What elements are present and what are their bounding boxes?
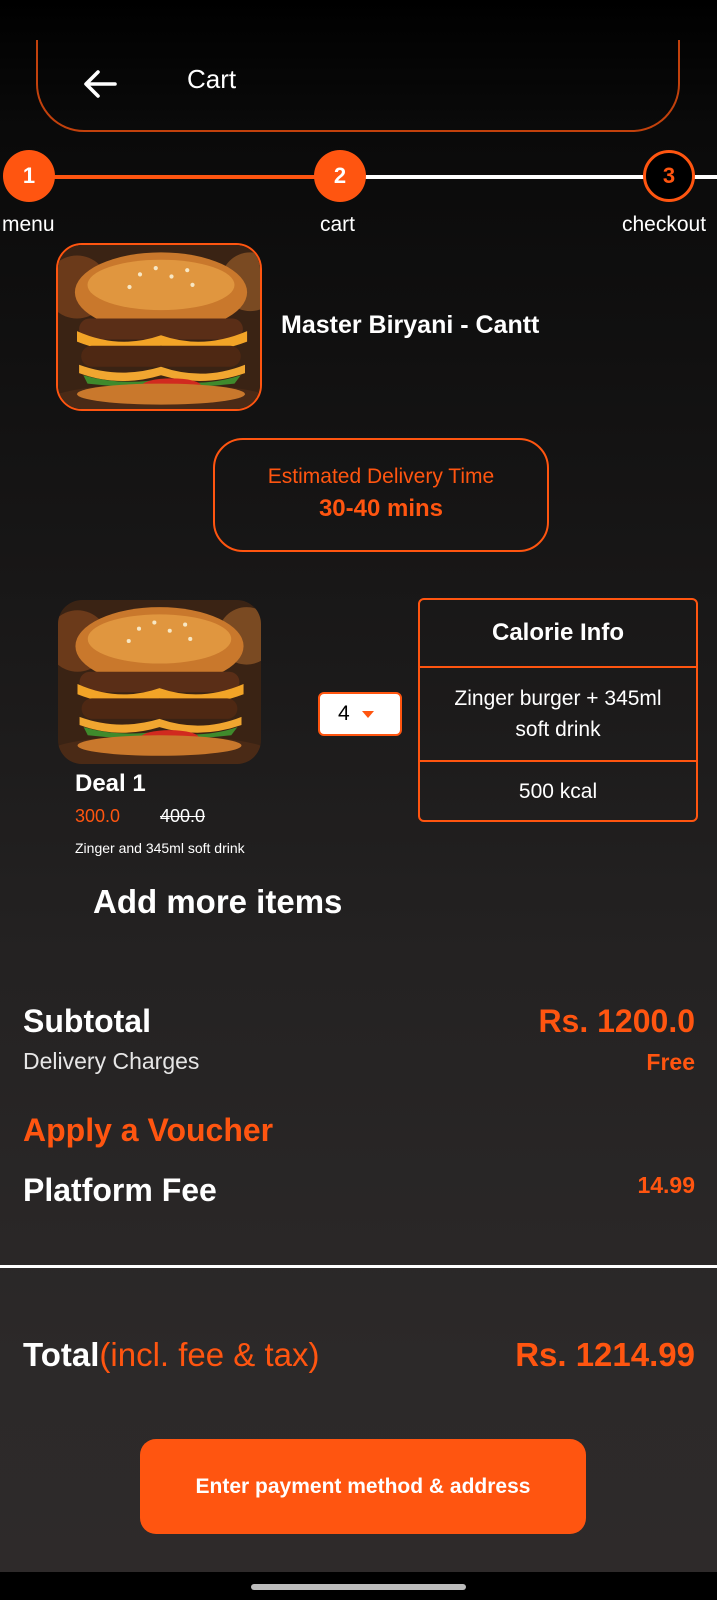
back-button[interactable] [78,62,122,106]
cart-item-original-price: 400.0 [160,806,206,826]
add-more-items-button[interactable]: Add more items [93,883,342,921]
step-connector-done [28,175,342,179]
delivery-charges-value: Free [646,1049,695,1075]
step-1-label: menu [2,213,55,236]
quantity-value: 4 [338,702,350,725]
calorie-info-table: Calorie Info Zinger burger + 345ml soft … [418,598,698,822]
cart-item-name: Deal 1 [75,770,146,797]
restaurant-image [56,243,262,411]
delivery-time-card: Estimated Delivery Time 30-40 mins [213,438,549,552]
step-2-circle[interactable]: 2 [314,150,366,202]
step-2-label: cart [320,213,356,236]
cart-item-image [58,600,261,764]
app-bar [36,40,680,132]
caret-down-icon [361,710,374,718]
step-1-circle[interactable]: 1 [3,150,55,202]
delivery-time-value: 30-40 mins [318,495,444,522]
delivery-time-label: Estimated Delivery Time [267,465,495,488]
subtotal-value: Rs. 1200.0 [538,1003,695,1039]
summary-divider [0,1265,717,1268]
arrow-left-icon [84,70,117,98]
apply-voucher-link[interactable]: Apply a Voucher [23,1112,273,1149]
restaurant-name: Master Biryani - Cantt [281,311,540,339]
home-indicator[interactable] [251,1584,466,1590]
quantity-dropdown[interactable]: 4 [318,692,402,736]
total-value: Rs. 1214.99 [515,1336,695,1373]
platform-fee-label: Platform Fee [23,1172,217,1208]
cart-item-price: 300.0 [75,806,121,826]
platform-fee-value: 14.99 [637,1172,695,1198]
calorie-info-kcal: 500 kcal [518,780,598,803]
total-label: Total(incl. fee & tax) [23,1336,319,1374]
total-label-text: Total [23,1336,100,1373]
subtotal-label: Subtotal [23,1003,151,1039]
cart-item-description: Zinger and 345ml soft drink [75,840,245,856]
delivery-charges-label: Delivery Charges [23,1048,200,1074]
total-note: (incl. fee & tax) [99,1336,320,1373]
page-title: Cart [187,64,237,94]
calorie-info-title: Calorie Info [420,600,696,668]
enter-payment-button[interactable]: Enter payment method & address [140,1439,586,1534]
calorie-info-description: Zinger burger + 345ml soft drink [420,668,696,762]
step-3-label: checkout [622,213,707,236]
step-3-circle[interactable]: 3 [643,150,695,202]
